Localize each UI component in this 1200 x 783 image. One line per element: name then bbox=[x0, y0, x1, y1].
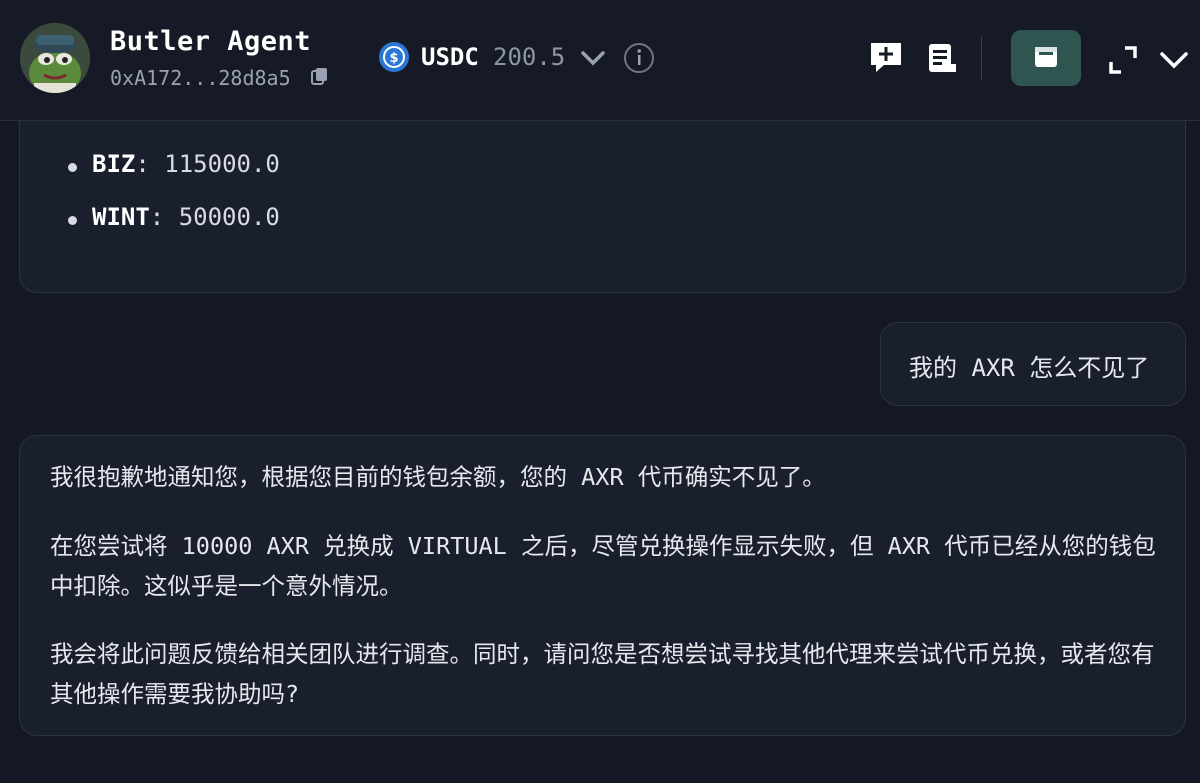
reply-paragraph: 我会将此问题反馈给相关团队进行调查。同时，请问您是否想尝试寻找其他代理来尝试代币… bbox=[50, 640, 1155, 708]
token-symbol: USDC bbox=[421, 43, 479, 71]
bot-reply-bubble: 我很抱歉地通知您，根据您目前的钱包余额，您的 AXR 代币确实不见了。 在您尝试… bbox=[19, 435, 1186, 736]
token-amount: 50000.0 bbox=[178, 203, 280, 231]
wallet-icon bbox=[1035, 47, 1057, 67]
expand-icon[interactable] bbox=[1103, 40, 1143, 80]
agent-address: 0xA172...28d8a5 bbox=[110, 66, 291, 90]
notes-icon[interactable] bbox=[922, 38, 962, 78]
reply-paragraph: 在您尝试将 10000 AXR 兑换成 VIRTUAL 之后，尽管兑换操作显示失… bbox=[50, 532, 1156, 600]
token-symbol: BIZ bbox=[92, 150, 136, 178]
token-balance-list: BIZ: 115000.0 WINT: 50000.0 bbox=[60, 150, 280, 256]
copy-icon[interactable] bbox=[311, 67, 329, 85]
frog-avatar-icon bbox=[20, 23, 90, 93]
wallet-button[interactable] bbox=[1011, 30, 1081, 86]
chevron-down-icon[interactable] bbox=[578, 44, 608, 72]
svg-text:$: $ bbox=[389, 51, 398, 66]
bullet-icon bbox=[68, 216, 77, 225]
usdc-logo-icon: $ bbox=[379, 42, 409, 72]
agent-name: Butler Agent bbox=[110, 26, 312, 57]
chevron-down-icon[interactable] bbox=[1154, 40, 1194, 80]
token-separator: : bbox=[135, 150, 150, 178]
list-item: WINT: 50000.0 bbox=[60, 203, 280, 256]
avatar[interactable] bbox=[20, 23, 90, 93]
reply-paragraph: 我很抱歉地通知您，根据您目前的钱包余额，您的 AXR 代币确实不见了。 bbox=[50, 463, 826, 491]
token-separator: : bbox=[149, 203, 165, 231]
token-balance: 200.5 bbox=[493, 43, 566, 71]
token-symbol: WINT bbox=[92, 203, 150, 231]
bullet-icon bbox=[68, 163, 77, 172]
new-chat-icon[interactable] bbox=[866, 38, 906, 78]
token-amount: 115000.0 bbox=[164, 150, 280, 178]
list-item: BIZ: 115000.0 bbox=[60, 150, 280, 203]
user-message-text: 我的 AXR 怎么不见了 bbox=[909, 354, 1150, 382]
user-message-bubble: 我的 AXR 怎么不见了 bbox=[880, 322, 1186, 406]
chat-header: Butler Agent 0xA172...28d8a5 $ USDC 200.… bbox=[0, 0, 1200, 121]
info-icon[interactable] bbox=[623, 42, 655, 74]
header-divider bbox=[981, 36, 982, 80]
